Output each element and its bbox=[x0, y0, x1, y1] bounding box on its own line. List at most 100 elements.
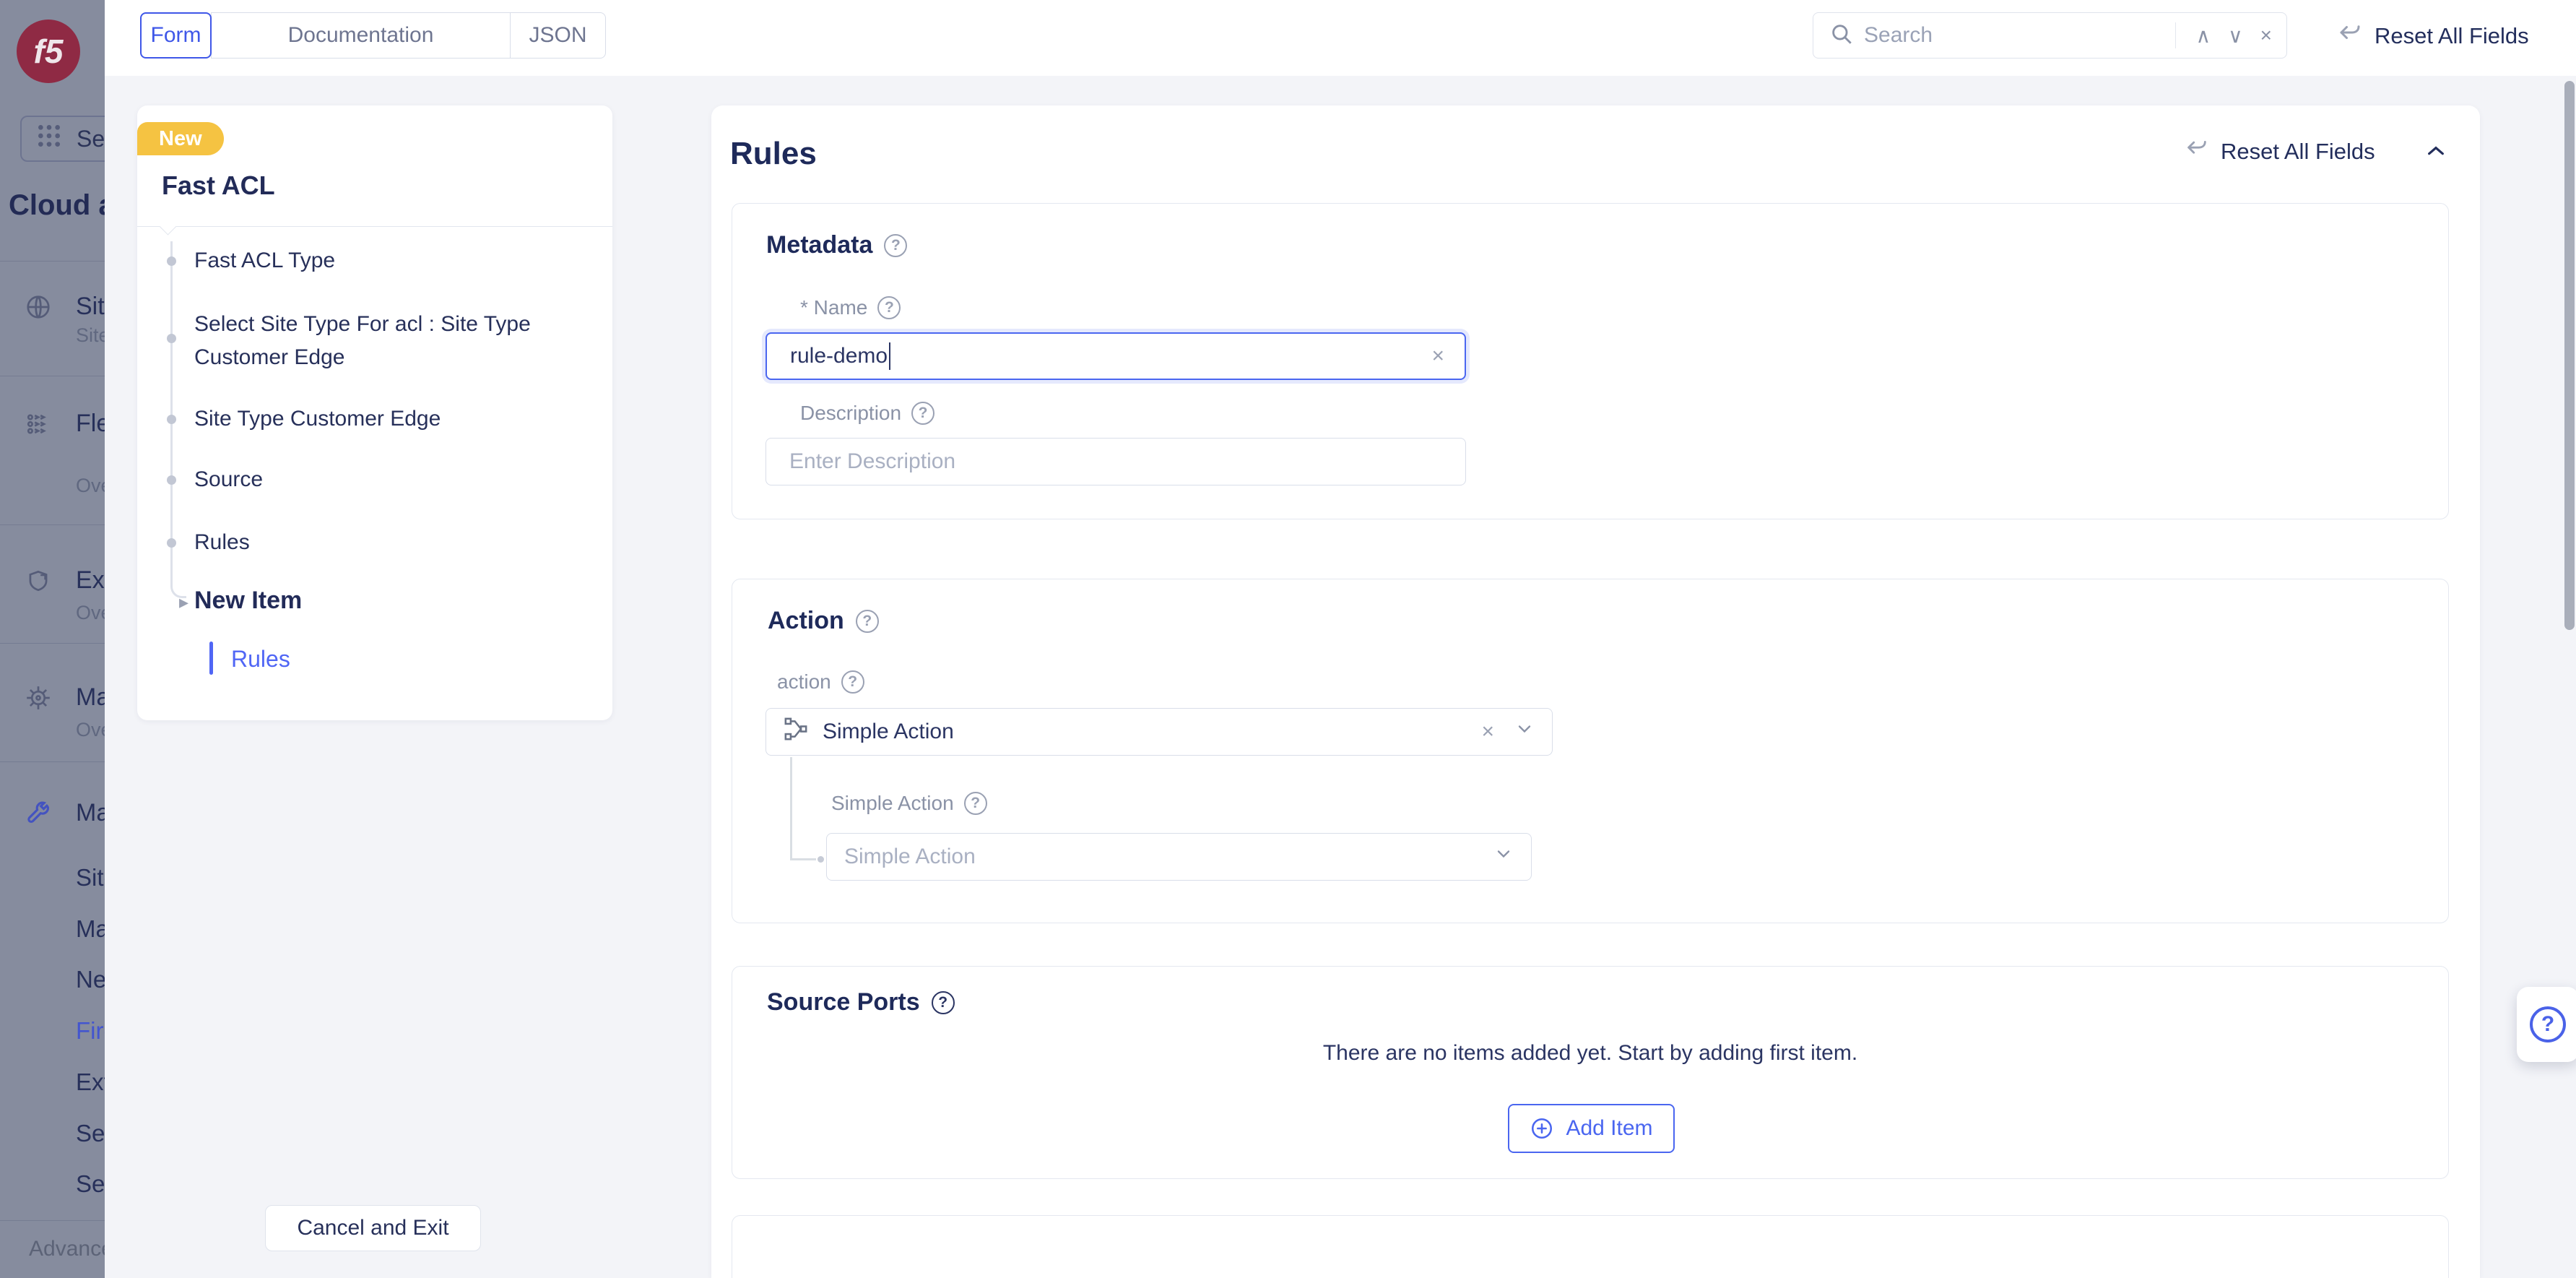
step-dot bbox=[167, 334, 176, 343]
grid-icon bbox=[35, 121, 64, 156]
nav-subitem-services[interactable]: Servi bbox=[76, 1170, 105, 1198]
nav-subitem-networking[interactable]: Netw bbox=[76, 966, 105, 993]
search-clear-icon[interactable]: × bbox=[2252, 24, 2281, 47]
reset-all-fields-label: Reset All Fields bbox=[2221, 139, 2375, 165]
nav-section-heading: Cloud a bbox=[9, 189, 105, 222]
nav-subitem-site-management[interactable]: Site M bbox=[76, 324, 105, 347]
name-label-text: * Name bbox=[800, 296, 867, 319]
source-ports-card: Source Ports ? There are no items added … bbox=[732, 966, 2449, 1179]
reset-all-fields-label: Reset All Fields bbox=[2375, 23, 2529, 49]
fleet-icon bbox=[25, 410, 52, 438]
nav-subitem-external[interactable]: Exter bbox=[76, 1068, 105, 1096]
left-nav-dimmed: f5 Sele Cloud a Sites Site M bbox=[0, 0, 105, 1278]
step-new-item-rules-active[interactable]: Rules bbox=[231, 646, 290, 673]
action-heading: Action ? bbox=[768, 607, 879, 635]
help-icon[interactable]: ? bbox=[911, 402, 934, 425]
action-heading-text: Action bbox=[768, 607, 844, 635]
help-icon[interactable]: ? bbox=[964, 792, 987, 815]
action-select[interactable]: Simple Action × bbox=[766, 708, 1553, 756]
empty-list-message: There are no items added yet. Start by a… bbox=[732, 1041, 2448, 1066]
helm-icon bbox=[25, 684, 52, 712]
search-prev-icon[interactable]: ∧ bbox=[2187, 24, 2220, 48]
nested-connector-dot bbox=[818, 856, 824, 863]
nav-advanced-label[interactable]: Advanced bbox=[29, 1237, 105, 1261]
app-root: Form Documentation JSON ∧ ∨ × Reset All … bbox=[0, 0, 2576, 1278]
nav-item-fleet[interactable]: Flee bbox=[76, 410, 105, 438]
source-ports-heading: Source Ports ? bbox=[767, 988, 955, 1016]
step-dot bbox=[167, 256, 176, 266]
step-fast-acl-type[interactable]: Fast ACL Type bbox=[194, 249, 335, 273]
action-select-value: Simple Action bbox=[823, 720, 954, 744]
stepper-timeline bbox=[170, 241, 173, 582]
help-icon[interactable]: ? bbox=[856, 610, 879, 633]
step-new-item[interactable]: New Item bbox=[194, 587, 302, 615]
tab-documentation[interactable]: Documentation bbox=[211, 12, 511, 59]
nav-subitem-overview-external[interactable]: Overv bbox=[76, 602, 105, 624]
nav-item-manage-helm[interactable]: Man bbox=[76, 683, 105, 712]
cancel-and-exit-button[interactable]: Cancel and Exit bbox=[265, 1205, 481, 1251]
add-item-button[interactable]: Add Item bbox=[1508, 1104, 1675, 1153]
form-panel: Rules Reset All Fields Metadata ? * Name… bbox=[711, 105, 2480, 1278]
search-box: ∧ ∨ × bbox=[1813, 12, 2287, 59]
nav-subitem-overview-manage[interactable]: Overv bbox=[76, 719, 105, 741]
new-badge: New bbox=[137, 122, 224, 155]
section-title-rules: Rules bbox=[730, 136, 817, 172]
source-card: * Source ? Prefix × bbox=[732, 1215, 2449, 1278]
select-service-button[interactable]: Sele bbox=[20, 116, 105, 162]
nav-divider bbox=[0, 761, 105, 762]
step-dot bbox=[167, 415, 176, 424]
plus-circle-icon bbox=[1530, 1116, 1554, 1141]
undo-icon bbox=[2185, 137, 2209, 165]
description-field-label: Description ? bbox=[800, 402, 934, 425]
nav-subitem-secrets[interactable]: Secre bbox=[76, 1120, 105, 1147]
nav-item-sites[interactable]: Sites bbox=[76, 293, 105, 321]
nav-subitem-site[interactable]: Site I bbox=[76, 864, 105, 891]
help-button[interactable]: ? bbox=[2517, 987, 2576, 1062]
help-icon[interactable]: ? bbox=[932, 991, 955, 1014]
nav-divider bbox=[0, 524, 105, 525]
shuffle-icon bbox=[784, 717, 808, 747]
reset-all-fields-section[interactable]: Reset All Fields bbox=[2185, 137, 2375, 165]
nested-connector bbox=[790, 858, 816, 860]
nav-subitem-overview-fleet[interactable]: Over bbox=[76, 475, 105, 497]
simple-action-select[interactable]: Simple Action bbox=[826, 833, 1532, 881]
search-input[interactable] bbox=[1864, 23, 2164, 48]
step-select-site-type[interactable]: Select Site Type For acl : Site Type Cus… bbox=[194, 308, 570, 374]
simple-action-field-label: Simple Action ? bbox=[831, 792, 987, 815]
action-label-text: action bbox=[777, 670, 831, 694]
scrollbar-thumb[interactable] bbox=[2564, 81, 2575, 630]
help-icon[interactable]: ? bbox=[884, 234, 907, 257]
step-rules[interactable]: Rules bbox=[194, 530, 250, 555]
action-field-label: action ? bbox=[777, 670, 864, 694]
view-tabs: Form Documentation JSON bbox=[140, 12, 606, 59]
question-mark-icon: ? bbox=[2530, 1006, 2566, 1042]
nav-subitem-management[interactable]: Mana bbox=[76, 915, 105, 943]
tab-form[interactable]: Form bbox=[140, 12, 212, 59]
description-input[interactable]: Enter Description bbox=[766, 438, 1466, 485]
nav-item-external[interactable]: Exte bbox=[76, 566, 105, 595]
collapse-section-icon[interactable] bbox=[2424, 140, 2447, 167]
tab-json[interactable]: JSON bbox=[510, 12, 606, 59]
step-source[interactable]: Source bbox=[194, 467, 263, 492]
name-field-label: * Name ? bbox=[800, 296, 901, 319]
step-site-type-customer-edge[interactable]: Site Type Customer Edge bbox=[194, 407, 441, 431]
nav-item-manage-wrench[interactable]: Man bbox=[76, 799, 105, 827]
name-input-value: rule-demo bbox=[790, 344, 888, 368]
chevron-down-icon bbox=[1493, 844, 1514, 870]
nav-subitem-firewall-active[interactable]: Firew bbox=[76, 1017, 105, 1045]
clear-name-icon[interactable]: × bbox=[1431, 344, 1444, 368]
nav-divider bbox=[0, 1220, 105, 1221]
help-icon[interactable]: ? bbox=[877, 296, 901, 319]
globe-icon bbox=[25, 293, 52, 321]
wizard-title: Fast ACL bbox=[162, 170, 275, 201]
name-input[interactable]: rule-demo × bbox=[766, 332, 1466, 380]
chevron-down-icon bbox=[1514, 719, 1535, 745]
clear-action-icon[interactable]: × bbox=[1481, 720, 1494, 744]
stepper-divider bbox=[137, 226, 612, 227]
help-icon[interactable]: ? bbox=[841, 670, 864, 694]
add-item-label: Add Item bbox=[1566, 1116, 1652, 1141]
search-next-icon[interactable]: ∨ bbox=[2219, 24, 2252, 48]
simple-action-label-text: Simple Action bbox=[831, 792, 954, 815]
nav-divider bbox=[0, 643, 105, 644]
reset-all-fields-top[interactable]: Reset All Fields bbox=[2337, 16, 2529, 56]
